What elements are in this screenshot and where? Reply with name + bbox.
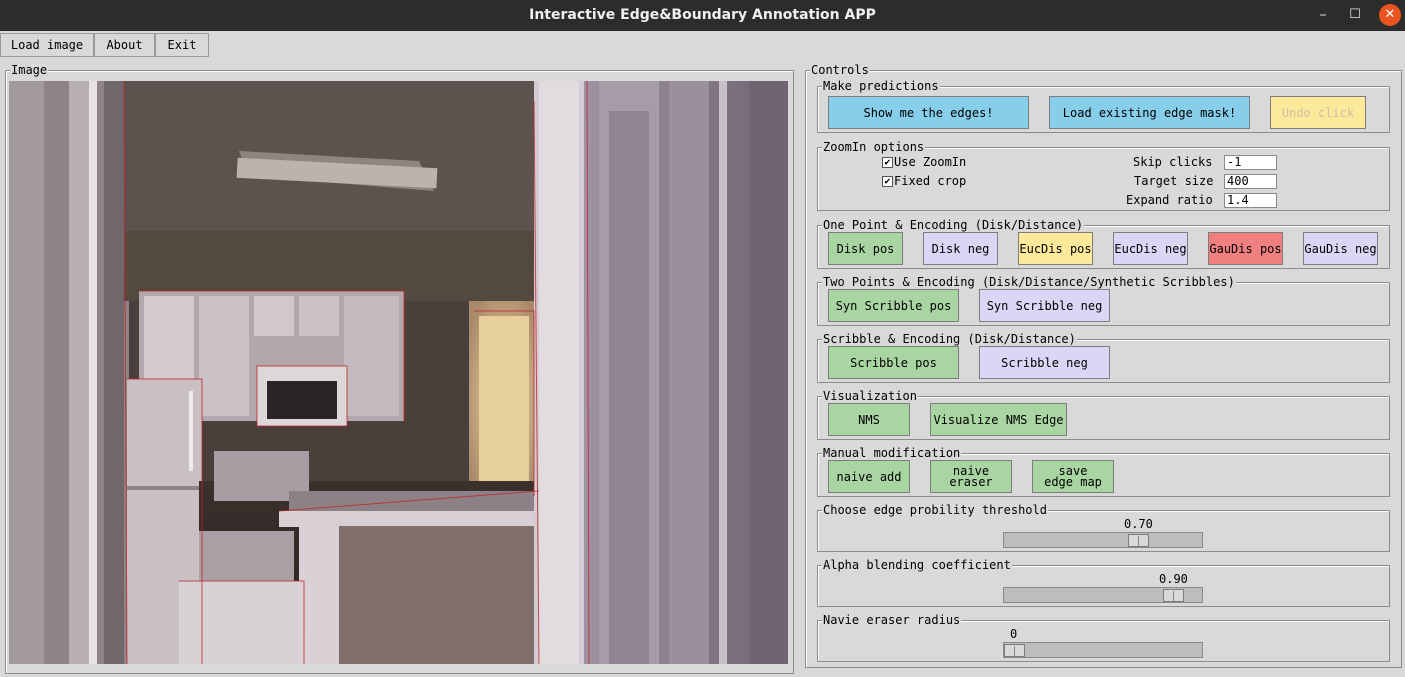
load-image-button[interactable]: Load image: [0, 33, 94, 57]
scribble-title: Scribble & Encoding (Disk/Distance): [822, 332, 1077, 346]
alpha-value: 0.90: [1159, 572, 1188, 586]
window-title: Interactive Edge&Boundary Annotation APP: [529, 7, 876, 23]
visualization-title: Visualization: [822, 389, 918, 403]
threshold-slider[interactable]: [1003, 532, 1203, 548]
threshold-slider-handle[interactable]: [1128, 534, 1149, 547]
about-button[interactable]: About: [94, 33, 155, 57]
target-size-label: Target size: [1134, 174, 1214, 188]
fixed-crop-label: Fixed crop: [894, 174, 967, 188]
skip-clicks-label: Skip clicks: [1133, 155, 1213, 169]
show-edges-button[interactable]: Show me the edges!: [828, 96, 1029, 129]
use-zoomin-checkbox[interactable]: ✔: [882, 157, 893, 168]
close-icon[interactable]: ✕: [1379, 4, 1401, 26]
one-point-title: One Point & Encoding (Disk/Distance): [822, 218, 1085, 232]
scribble-pos-button[interactable]: Scribble pos: [828, 346, 959, 379]
eucdis-pos-button[interactable]: EucDis pos: [1018, 232, 1093, 265]
eraser-radius-value: 0: [1010, 627, 1018, 641]
manual-title: Manual modification: [822, 446, 962, 460]
image-frame-title: Image: [10, 63, 49, 77]
maximize-icon[interactable]: ☐: [1344, 4, 1366, 26]
minimize-icon[interactable]: –: [1312, 4, 1334, 26]
controls-frame-title: Controls: [810, 63, 870, 77]
naive-eraser-button[interactable]: naive eraser: [930, 460, 1012, 493]
title-bar: Interactive Edge&Boundary Annotation APP…: [0, 0, 1405, 31]
alpha-slider-handle[interactable]: [1163, 589, 1184, 602]
disk-neg-button[interactable]: Disk neg: [923, 232, 998, 265]
alpha-title: Alpha blending coefficient: [822, 558, 1012, 572]
syn-scribble-neg-button[interactable]: Syn Scribble neg: [979, 289, 1110, 322]
gaudis-neg-button[interactable]: GauDis neg: [1303, 232, 1378, 265]
use-zoomin-label: Use ZoomIn: [894, 155, 967, 169]
alpha-slider[interactable]: [1003, 587, 1203, 603]
eraser-radius-slider[interactable]: [1003, 642, 1203, 658]
undo-click-button[interactable]: Undo click: [1270, 96, 1366, 129]
eraser-radius-title: Navie eraser radius: [822, 613, 962, 627]
nms-button[interactable]: NMS: [828, 403, 910, 436]
two-points-title: Two Points & Encoding (Disk/Distance/Syn…: [822, 275, 1236, 289]
naive-add-button[interactable]: naive add: [828, 460, 910, 493]
skip-clicks-input[interactable]: -1: [1224, 155, 1277, 170]
load-edge-mask-button[interactable]: Load existing edge mask!: [1049, 96, 1250, 129]
eucdis-neg-button[interactable]: EucDis neg: [1113, 232, 1188, 265]
fixed-crop-checkbox[interactable]: ✔: [882, 176, 893, 187]
zoomin-title: ZoomIn options: [822, 140, 926, 154]
predictions-title: Make predictions: [822, 79, 940, 93]
eraser-radius-slider-handle[interactable]: [1004, 644, 1025, 657]
expand-ratio-label: Expand ratio: [1126, 193, 1213, 207]
scribble-neg-button[interactable]: Scribble neg: [979, 346, 1110, 379]
expand-ratio-input[interactable]: 1.4: [1224, 193, 1277, 208]
visualize-nms-edge-button[interactable]: Visualize NMS Edge: [930, 403, 1067, 436]
gaudis-pos-button[interactable]: GauDis pos: [1208, 232, 1283, 265]
exit-button[interactable]: Exit: [155, 33, 209, 57]
target-size-input[interactable]: 400: [1224, 174, 1277, 189]
save-edge-map-button[interactable]: save edge map: [1032, 460, 1114, 493]
syn-scribble-pos-button[interactable]: Syn Scribble pos: [828, 289, 959, 322]
threshold-value: 0.70: [1124, 517, 1153, 531]
image-canvas[interactable]: [9, 81, 788, 664]
threshold-title: Choose edge probility threshold: [822, 503, 1048, 517]
disk-pos-button[interactable]: Disk pos: [828, 232, 903, 265]
